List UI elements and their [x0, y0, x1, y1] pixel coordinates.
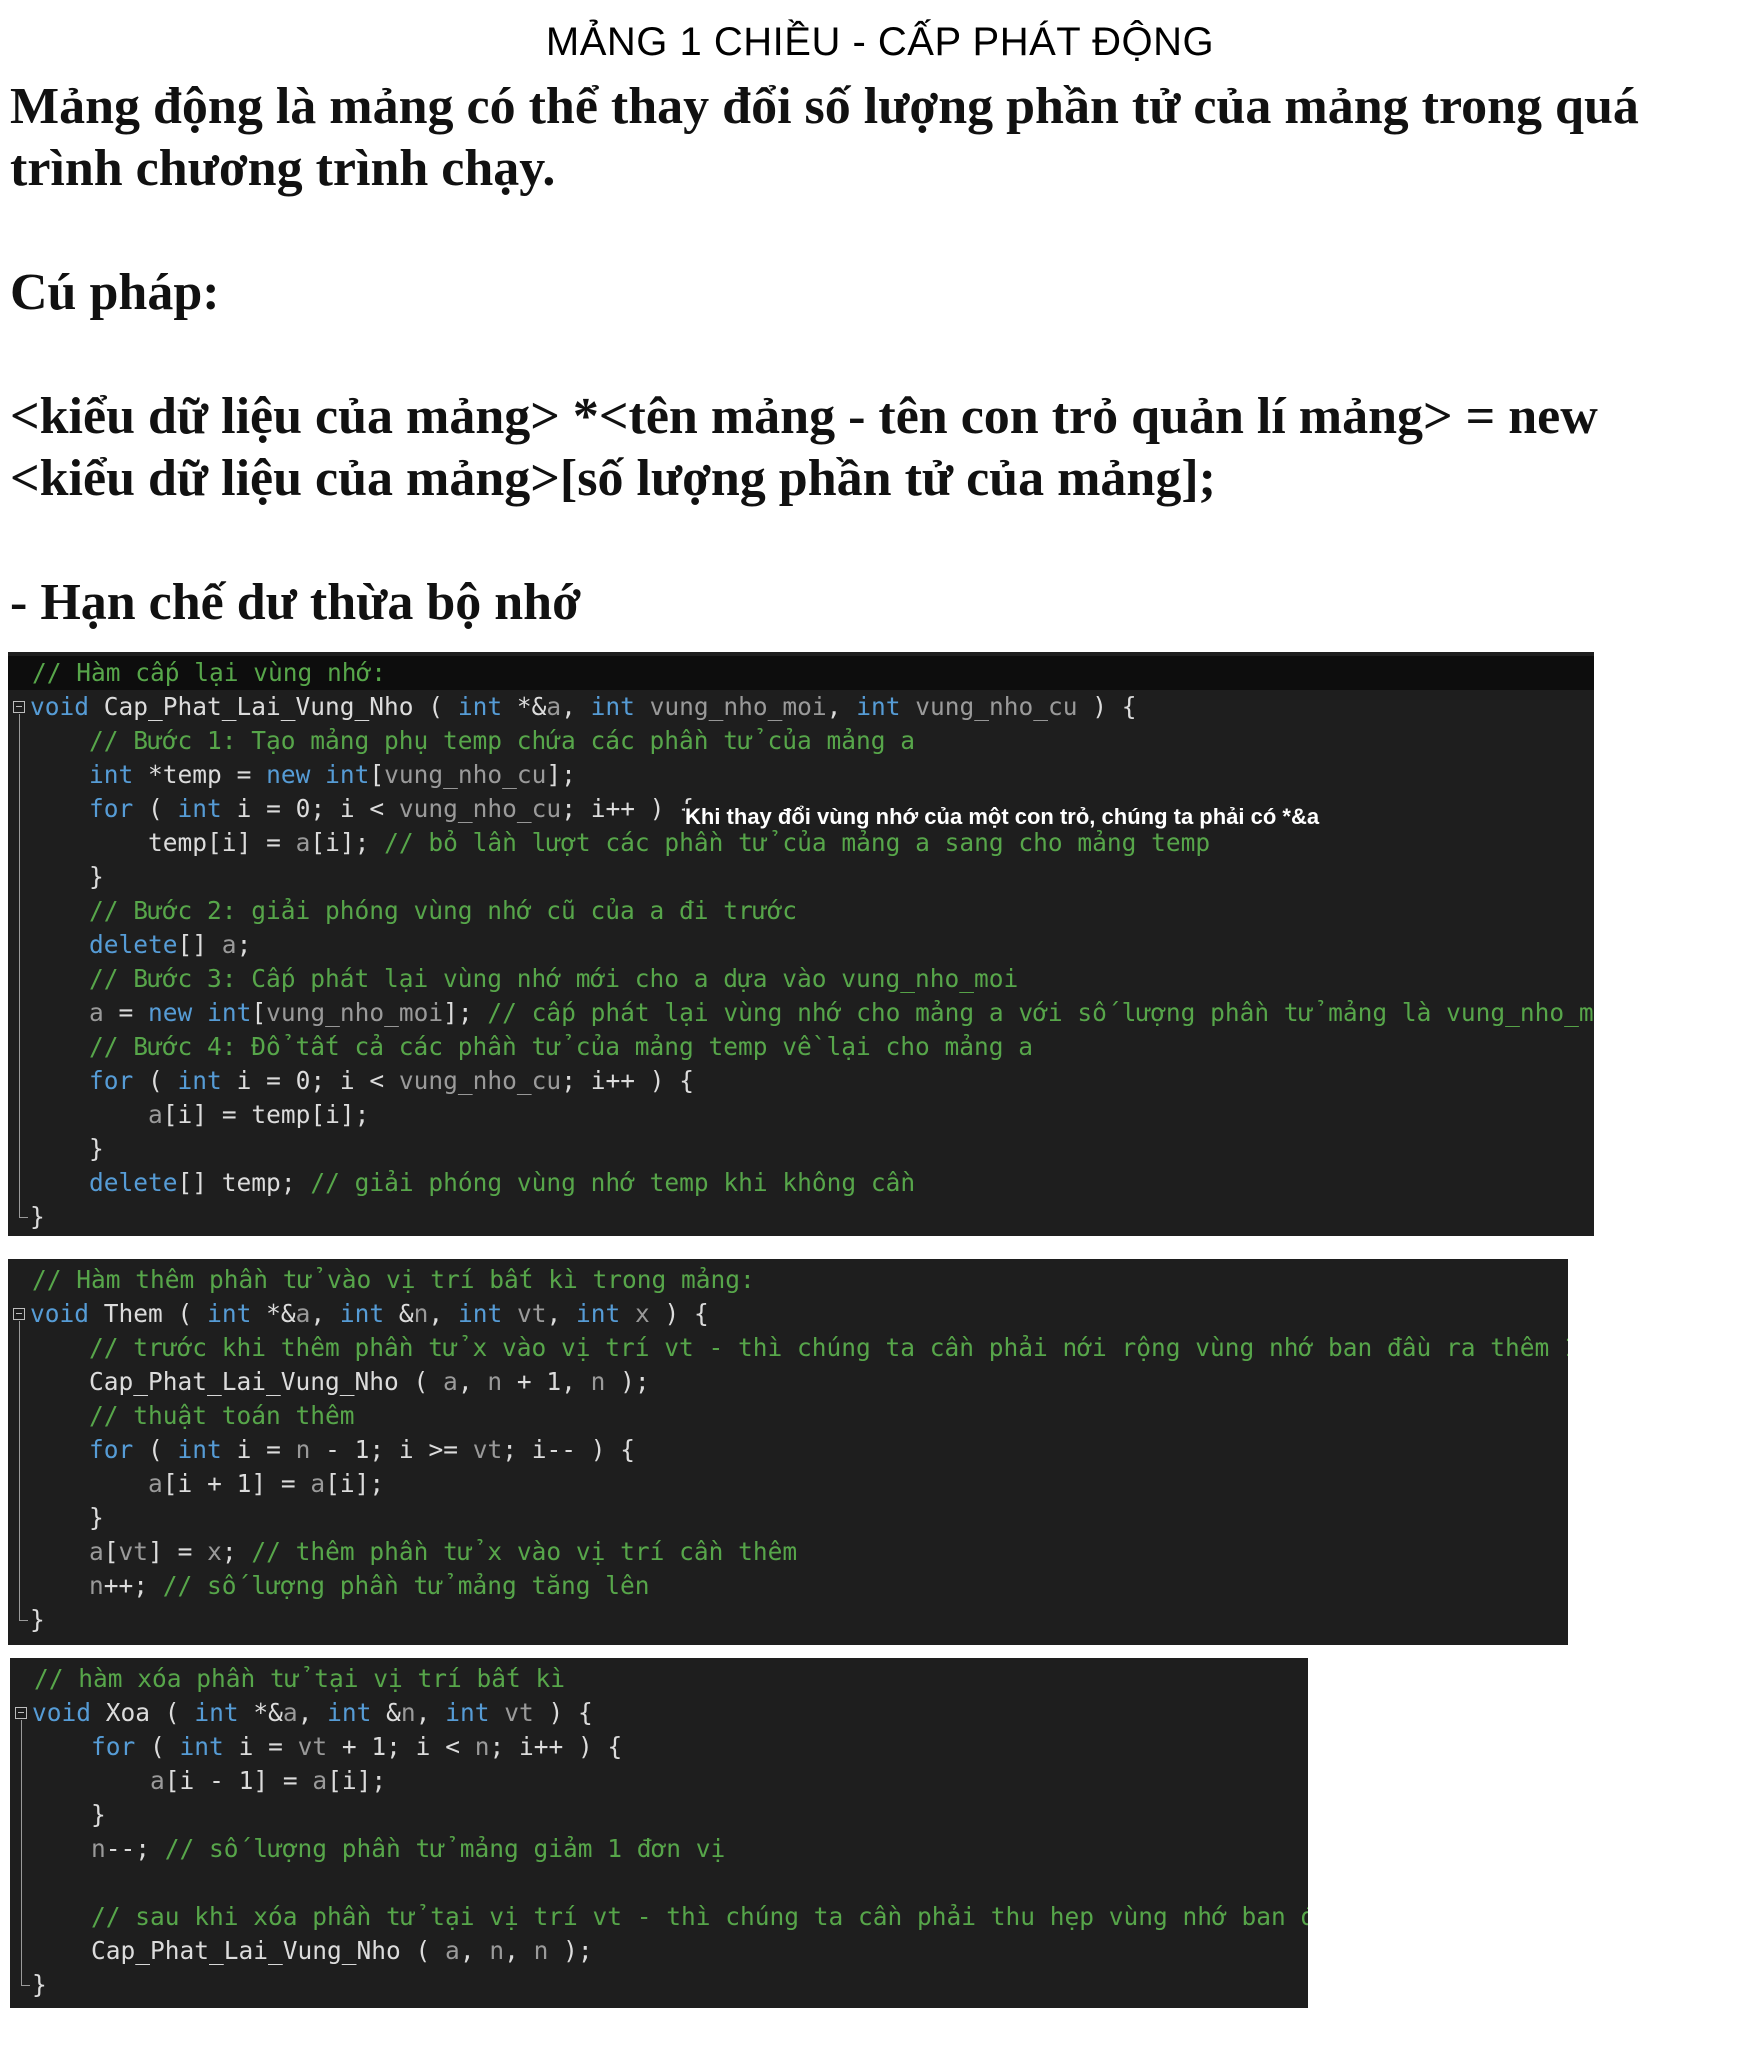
code-line: // sau khi xóa phần tử tại vị trí vt - t… [91, 1902, 1308, 1931]
code-line: // thuật toán thêm [89, 1401, 355, 1430]
page-title: MẢNG 1 CHIỀU - CẤP PHÁT ĐỘNG [545, 20, 1215, 64]
collapse-toggle-icon[interactable] [13, 701, 25, 713]
code-line: // hàm xóa phần tử tại vị trí bất kì [34, 1664, 566, 1693]
definition-line-2: trình chương trình chạy. [10, 140, 556, 197]
syntax-line-1: <kiểu dữ liệu của mảng> *<tên mảng - tên… [10, 388, 1598, 445]
code-line: for ( int i = n - 1; i >= vt; i-- ) { [89, 1435, 636, 1464]
outline-guide [21, 1720, 22, 1985]
code-line: void Them ( int *&a, int &n, int vt, int… [8, 1297, 1568, 1331]
code-line: } [30, 1605, 45, 1634]
code-panel-cap-phat-lai: // Hàm cấp lại vùng nhớ: void Cap_Phat_La… [8, 652, 1594, 1236]
collapse-toggle-icon[interactable] [15, 1707, 27, 1719]
code-panel-them: // Hàm thêm phần tử vào vị trí bất kì tr… [8, 1259, 1568, 1645]
code-line: n--; // số lượng phần tử mảng giảm 1 đơn… [91, 1834, 726, 1863]
code-line: // Hàm thêm phần tử vào vị trí bất kì tr… [32, 1265, 755, 1294]
code-line: // Bước 1: Tạo mảng phụ temp chứa các ph… [89, 726, 916, 755]
code-line: } [30, 1202, 45, 1231]
annotation-note: Khi thay đổi vùng nhớ của một con trỏ, c… [685, 804, 1320, 830]
outline-guide-end [21, 1985, 30, 1986]
code-line: int *temp = new int[vung_nho_cu]; [89, 760, 576, 789]
code-line: // Bước 4: Đổ tất cả các phần tử của mản… [89, 1032, 1034, 1061]
code-line: a[vt] = x; // thêm phần tử x vào vị trí … [89, 1537, 798, 1566]
outline-guide-end [19, 1620, 28, 1621]
code-line: // trước khi thêm phần tử x vào vị trí v… [89, 1333, 1568, 1362]
syntax-heading: Cú pháp: [10, 264, 220, 321]
code-line: } [32, 1800, 106, 1829]
code-line: } [32, 1970, 47, 1999]
syntax-line-2: <kiểu dữ liệu của mảng>[số lượng phần tử… [10, 450, 1216, 507]
code-line: void Cap_Phat_Lai_Vung_Nho ( int *&a, in… [8, 690, 1594, 724]
code-line: } [30, 1134, 104, 1163]
outline-guide [19, 1321, 20, 1620]
code-line: delete[] a; [89, 930, 252, 959]
code-line: for ( int i = vt + 1; i < n; i++ ) { [91, 1732, 623, 1761]
code-line: temp[i] = a[i]; // bỏ lần lượt các phần … [148, 828, 1211, 857]
code-line: a[i + 1] = a[i]; [148, 1469, 385, 1498]
code-panel-xoa: // hàm xóa phần tử tại vị trí bất kì void… [10, 1658, 1308, 2008]
code-line: // Hàm cấp lại vùng nhớ: [8, 656, 1594, 690]
code-line: delete[] temp; // giải phóng vùng nhớ te… [89, 1168, 916, 1197]
code-line: for ( int i = 0; i < vung_nho_cu; i++ ) … [89, 1066, 694, 1095]
intro-text: Mảng động là mảng có thể thay đổi số lượ… [10, 76, 1750, 634]
outline-guide [19, 714, 20, 1217]
memory-note: - Hạn chế dư thừa bộ nhớ [10, 574, 581, 631]
code-line: // Bước 2: giải phóng vùng nhớ cũ của a … [89, 896, 798, 925]
code-line: a[i] = temp[i]; [148, 1100, 370, 1129]
code-line: void Xoa ( int *&a, int &n, int vt ) { [10, 1696, 1308, 1730]
code-line: Cap_Phat_Lai_Vung_Nho ( a, n, n ); [91, 1936, 593, 1965]
code-line: a[i - 1] = a[i]; [150, 1766, 387, 1795]
definition-line-1: Mảng động là mảng có thể thay đổi số lượ… [10, 78, 1639, 135]
code-line: } [30, 1503, 104, 1532]
code-line: // Bước 3: Cấp phát lại vùng nhớ mới cho… [89, 964, 1019, 993]
collapse-toggle-icon[interactable] [13, 1308, 25, 1320]
outline-guide-end [19, 1217, 28, 1218]
code-line: a = new int[vung_nho_moi]; // cấp phát l… [89, 998, 1594, 1027]
code-line: Cap_Phat_Lai_Vung_Nho ( a, n + 1, n ); [89, 1367, 650, 1396]
code-line: } [30, 862, 104, 891]
code-line: n++; // số lượng phần tử mảng tăng lên [89, 1571, 650, 1600]
